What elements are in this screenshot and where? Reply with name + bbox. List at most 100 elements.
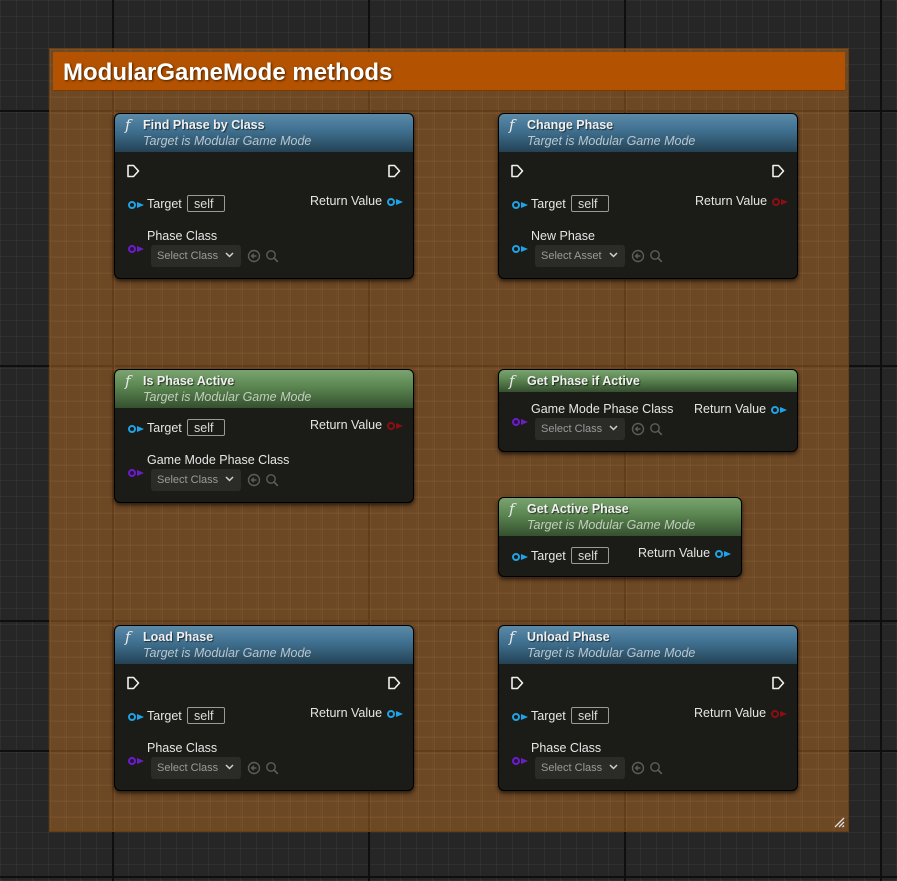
node-change-phase[interactable]: f Change Phase Target is Modular Game Mo… xyxy=(498,113,798,279)
select-class-dropdown[interactable]: Select Class xyxy=(151,757,241,779)
target-self-field[interactable]: self xyxy=(187,419,225,436)
arrow-circle-left-icon[interactable] xyxy=(631,761,645,775)
function-icon: f xyxy=(509,628,515,646)
node-is-phase-active[interactable]: f Is Phase Active Target is Modular Game… xyxy=(114,369,414,503)
exec-out-pin-icon[interactable] xyxy=(387,676,401,690)
select-label: Select Class xyxy=(541,762,603,774)
node-header[interactable]: f Change Phase Target is Modular Game Mo… xyxy=(499,114,797,152)
node-find-phase-by-class[interactable]: f Find Phase by Class Target is Modular … xyxy=(114,113,414,279)
target-pin-arrow-icon xyxy=(521,554,528,560)
node-header[interactable]: f Get Phase if Active xyxy=(499,370,797,392)
game-mode-phase-class-label: Game Mode Phase Class xyxy=(531,402,674,416)
return-value-label: Return Value xyxy=(695,194,768,208)
node-get-phase-if-active[interactable]: f Get Phase if Active Game Mode Phase Cl… xyxy=(498,369,798,452)
exec-in-pin-icon[interactable] xyxy=(126,676,140,690)
return-pin-arrow-icon xyxy=(396,711,403,717)
target-pin[interactable] xyxy=(128,425,136,433)
exec-in-pin-icon[interactable] xyxy=(510,676,524,690)
function-icon: f xyxy=(509,372,515,390)
return-value-pin[interactable] xyxy=(772,198,780,206)
node-load-phase[interactable]: f Load Phase Target is Modular Game Mode… xyxy=(114,625,414,791)
exec-in-pin-icon[interactable] xyxy=(126,164,140,178)
target-self-field[interactable]: self xyxy=(571,547,609,564)
target-pin[interactable] xyxy=(512,201,520,209)
phase-class-label: Phase Class xyxy=(147,229,218,243)
node-subtitle: Target is Modular Game Mode xyxy=(143,646,312,660)
new-phase-pin[interactable] xyxy=(512,245,520,253)
chevron-down-icon xyxy=(609,425,618,431)
target-self-field[interactable]: self xyxy=(571,195,609,212)
chevron-down-icon xyxy=(225,764,234,770)
game-mode-phase-class-label: Game Mode Phase Class xyxy=(147,453,290,467)
game-mode-phase-class-pin[interactable] xyxy=(128,469,136,477)
return-value-label: Return Value xyxy=(638,546,711,560)
resize-grip-icon[interactable] xyxy=(833,816,845,828)
target-pin[interactable] xyxy=(512,553,520,561)
exec-out-pin-icon[interactable] xyxy=(771,676,785,690)
node-title: Get Active Phase xyxy=(527,502,629,516)
node-header[interactable]: f Unload Phase Target is Modular Game Mo… xyxy=(499,626,797,664)
game-mode-phase-class-pin[interactable] xyxy=(512,418,520,426)
target-label: Target xyxy=(531,549,566,563)
select-label: Select Class xyxy=(541,423,603,435)
node-header[interactable]: f Get Active Phase Target is Modular Gam… xyxy=(499,498,741,536)
return-value-pin[interactable] xyxy=(715,550,723,558)
exec-out-pin-icon[interactable] xyxy=(387,164,401,178)
phase-class-pin[interactable] xyxy=(128,757,136,765)
target-pin[interactable] xyxy=(128,201,136,209)
select-asset-dropdown[interactable]: Select Asset xyxy=(535,245,625,267)
magnifier-icon[interactable] xyxy=(265,473,279,487)
arrow-circle-left-icon[interactable] xyxy=(631,422,645,436)
return-pin-arrow-icon xyxy=(396,423,403,429)
arrow-circle-left-icon[interactable] xyxy=(631,249,645,263)
return-value-label: Return Value xyxy=(310,194,383,208)
return-value-label: Return Value xyxy=(310,418,383,432)
exec-in-pin-icon[interactable] xyxy=(510,164,524,178)
exec-out-pin-icon[interactable] xyxy=(771,164,785,178)
select-label: Select Class xyxy=(157,474,219,486)
chevron-down-icon xyxy=(609,764,618,770)
node-get-active-phase[interactable]: f Get Active Phase Target is Modular Gam… xyxy=(498,497,742,577)
magnifier-icon[interactable] xyxy=(265,761,279,775)
magnifier-icon[interactable] xyxy=(649,249,663,263)
target-pin-arrow-icon xyxy=(137,714,144,720)
magnifier-icon[interactable] xyxy=(649,422,663,436)
arrow-circle-left-icon[interactable] xyxy=(247,473,261,487)
return-value-label: Return Value xyxy=(310,706,383,720)
select-class-dropdown[interactable]: Select Class xyxy=(535,418,625,440)
return-pin-arrow-icon xyxy=(780,711,787,717)
return-value-pin[interactable] xyxy=(387,710,395,718)
return-value-label: Return Value xyxy=(694,706,767,720)
target-pin[interactable] xyxy=(128,713,136,721)
comment-title[interactable]: ModularGameMode methods xyxy=(63,59,392,87)
target-label: Target xyxy=(147,709,182,723)
node-header[interactable]: f Is Phase Active Target is Modular Game… xyxy=(115,370,413,408)
return-value-pin[interactable] xyxy=(771,406,779,414)
node-unload-phase[interactable]: f Unload Phase Target is Modular Game Mo… xyxy=(498,625,798,791)
magnifier-icon[interactable] xyxy=(649,761,663,775)
node-header[interactable]: f Find Phase by Class Target is Modular … xyxy=(115,114,413,152)
target-self-field[interactable]: self xyxy=(571,707,609,724)
select-class-dropdown[interactable]: Select Class xyxy=(535,757,625,779)
return-value-pin[interactable] xyxy=(771,710,779,718)
phase-class-pin[interactable] xyxy=(512,757,520,765)
select-class-dropdown[interactable]: Select Class xyxy=(151,245,241,267)
node-header[interactable]: f Load Phase Target is Modular Game Mode xyxy=(115,626,413,664)
phase-class-pin[interactable] xyxy=(128,245,136,253)
return-value-pin[interactable] xyxy=(387,422,395,430)
arrow-circle-left-icon[interactable] xyxy=(247,761,261,775)
comment-header[interactable]: ModularGameMode methods xyxy=(53,52,845,91)
arrow-circle-left-icon[interactable] xyxy=(247,249,261,263)
node-title: Load Phase xyxy=(143,630,214,644)
node-subtitle: Target is Modular Game Mode xyxy=(143,134,312,148)
return-value-pin[interactable] xyxy=(387,198,395,206)
node-subtitle: Target is Modular Game Mode xyxy=(527,134,696,148)
function-icon: f xyxy=(125,628,131,646)
select-class-dropdown[interactable]: Select Class xyxy=(151,469,241,491)
target-self-field[interactable]: self xyxy=(187,707,225,724)
target-pin[interactable] xyxy=(512,713,520,721)
function-icon: f xyxy=(125,116,131,134)
target-self-field[interactable]: self xyxy=(187,195,225,212)
magnifier-icon[interactable] xyxy=(265,249,279,263)
function-icon: f xyxy=(509,116,515,134)
